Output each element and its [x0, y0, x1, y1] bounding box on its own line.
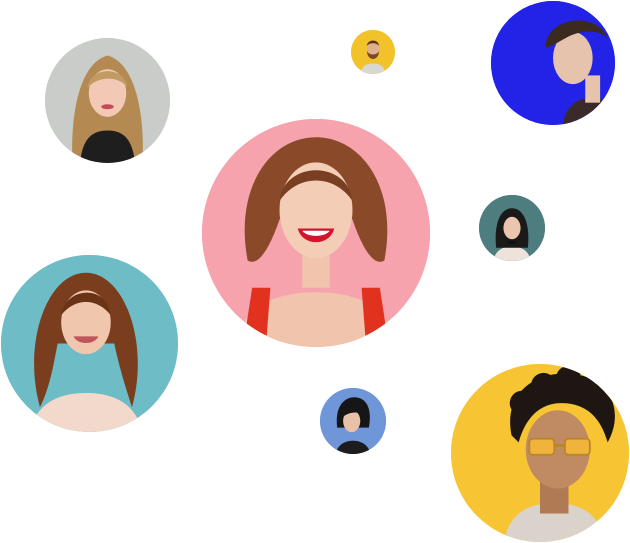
portrait-image — [45, 38, 170, 163]
portrait-image — [479, 195, 545, 261]
portrait-image — [351, 30, 395, 74]
portrait-image — [491, 1, 615, 125]
avatar-woman-bob-haircut — [320, 388, 386, 454]
avatar-man-bearded — [351, 30, 395, 74]
avatar-woman-teal-small — [479, 195, 545, 261]
portrait-image — [451, 364, 629, 542]
avatar-woman-teal-large — [1, 255, 178, 432]
avatar-man-yellow-sunglasses — [451, 364, 629, 542]
avatar-man-blue-background — [491, 1, 615, 125]
portrait-image — [202, 119, 430, 347]
avatar-woman-smiling-pink — [202, 119, 430, 347]
portrait-image — [320, 388, 386, 454]
avatar-woman-blonde — [45, 38, 170, 163]
portrait-image — [1, 255, 178, 432]
